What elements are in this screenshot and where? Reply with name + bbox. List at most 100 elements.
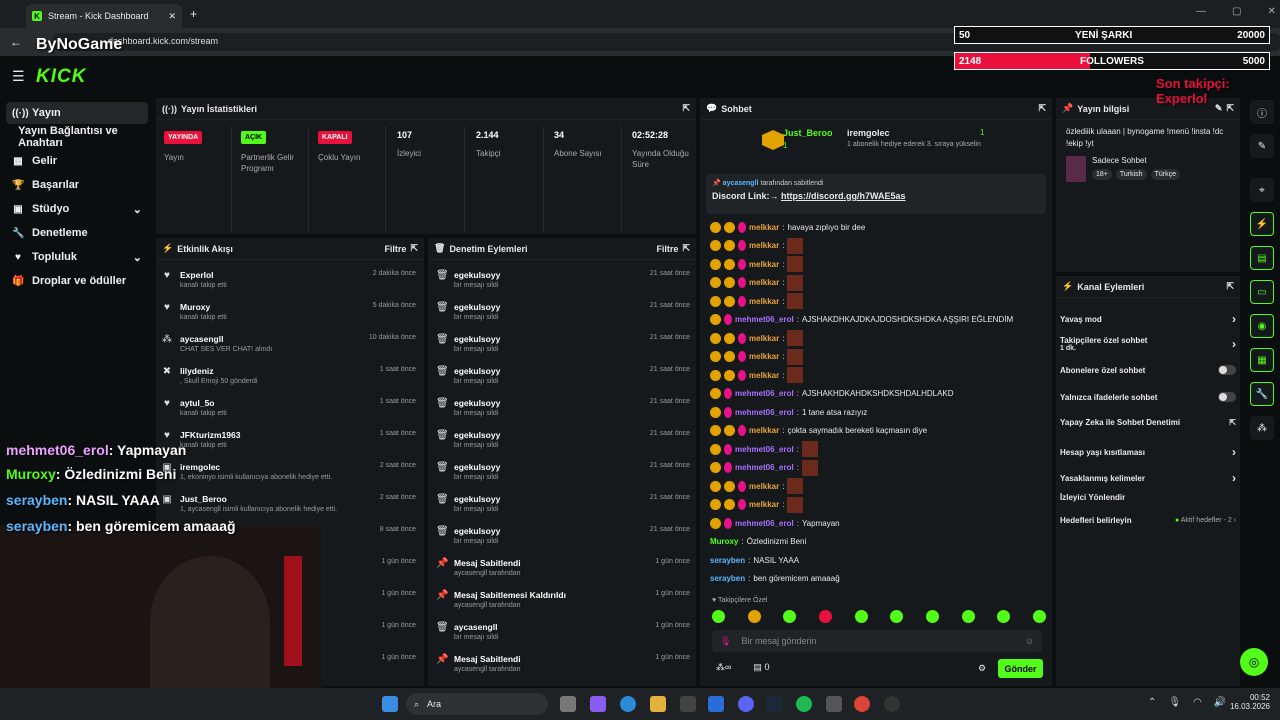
- toggle-switch[interactable]: [1218, 365, 1236, 375]
- chat-username[interactable]: serayben: [710, 574, 745, 583]
- volume-icon[interactable]: 🔊: [1214, 697, 1226, 708]
- maximize-icon[interactable]: ▢: [1232, 6, 1241, 17]
- settings-icon[interactable]: ⚙: [978, 663, 986, 674]
- emote-icon[interactable]: [925, 610, 939, 623]
- chrome-icon[interactable]: [854, 696, 870, 712]
- apps-icon[interactable]: ⁂: [1250, 416, 1274, 440]
- chat-username[interactable]: melkkar: [749, 241, 779, 250]
- popout-icon[interactable]: ⇱: [1038, 103, 1046, 114]
- kick-logo[interactable]: KICK: [36, 66, 86, 88]
- chat-message[interactable]: mehmet06_erol:1 tane atsa razıyız: [710, 404, 867, 420]
- channel-action-row[interactable]: Hesap yaşı kısıtlaması ›: [1060, 445, 1236, 459]
- moderation-row[interactable]: 🗑 egekulsoyy bir mesajı sildi 21 saat önce: [436, 366, 690, 398]
- chat-username[interactable]: melkkar: [749, 334, 779, 343]
- chat-message[interactable]: melkkar: havaya zıplıyo bir dee: [710, 219, 865, 235]
- moderation-row[interactable]: 📌 Mesaj Sabitlendi aycasengll tarafından 1 …: [436, 654, 690, 686]
- chat-username[interactable]: serayben: [710, 556, 745, 565]
- chat-username[interactable]: melkkar: [749, 278, 779, 287]
- moderation-row[interactable]: 🗑 egekulsoyy bir mesajı sildi 21 saat önce: [436, 270, 690, 302]
- popout-icon[interactable]: ⇱: [1226, 281, 1234, 292]
- lightning-icon[interactable]: ⚡: [1250, 212, 1274, 236]
- activity-row[interactable]: ♥ JFKturizm1963 kanalı takip etti 1 saat ön…: [162, 430, 416, 462]
- chat-message[interactable]: melkkar: çokta saymadık bereketi kaçmasın…: [710, 423, 927, 439]
- sidebar-item-yayin[interactable]: ((·)) Yayın: [6, 102, 148, 124]
- spotify-icon[interactable]: [796, 696, 812, 712]
- sidebar-item-gelir[interactable]: ▦ Gelir: [6, 150, 148, 172]
- chat-username[interactable]: melkkar: [749, 482, 779, 491]
- moderation-row[interactable]: 🗑 egekulsoyy bir mesajı sildi 21 saat önce: [436, 462, 690, 494]
- chat-username[interactable]: mehmet06_erol: [735, 463, 794, 472]
- channel-action-row[interactable]: Yalnızca ifadelerle sohbet: [1060, 392, 1236, 402]
- filter-button[interactable]: Filtre: [384, 244, 406, 254]
- emote-icon[interactable]: [890, 610, 904, 623]
- chat-message[interactable]: Muroxy: Özledinizmi Beni: [710, 534, 806, 550]
- chat-message[interactable]: melkkar:: [710, 293, 804, 309]
- mic-icon[interactable]: 🎙: [720, 636, 731, 647]
- windows-start-icon[interactable]: [382, 696, 398, 712]
- emote-icon[interactable]: [854, 610, 868, 623]
- chat-message[interactable]: melkkar:: [710, 237, 804, 254]
- chat-message[interactable]: melkkar:: [710, 330, 804, 346]
- chat-username[interactable]: mehmet06_erol: [735, 389, 794, 398]
- chat-message[interactable]: serayben: ben göremicem amaaağ: [710, 571, 840, 587]
- close-window-icon[interactable]: ✕: [1267, 6, 1275, 17]
- chat-input[interactable]: 🎙 Bir mesaj gönderin ☺: [712, 630, 1042, 652]
- focus-icon[interactable]: ⌖: [1250, 178, 1274, 202]
- chat-username[interactable]: melkkar: [749, 352, 779, 361]
- discord-icon[interactable]: [738, 696, 754, 712]
- chat-username[interactable]: melkkar: [749, 500, 779, 509]
- moderation-row[interactable]: 🗑 egekulsoyy bir mesajı sildi 21 saat önce: [436, 398, 690, 430]
- wifi-icon[interactable]: ◠: [1193, 697, 1202, 708]
- chat-username[interactable]: mehmet06_erol: [735, 315, 794, 324]
- support-icon[interactable]: ◎: [1240, 648, 1268, 676]
- channel-action-row[interactable]: Yapay Zeka ile Sohbet Denetimi ⇱: [1060, 418, 1236, 427]
- chat-message[interactable]: melkkar:: [710, 367, 804, 383]
- sidebar-item-droplar[interactable]: 🎁 Droplar ve ödüller: [6, 270, 148, 292]
- popout-icon[interactable]: ⇱: [682, 103, 690, 114]
- tag-chip[interactable]: Türkçe: [1150, 169, 1180, 180]
- emote-icon[interactable]: [1032, 610, 1046, 623]
- task-view-icon[interactable]: [560, 696, 576, 712]
- chat-username[interactable]: Muroxy: [710, 537, 738, 546]
- sidebar-item-stream-key[interactable]: Yayın Bağlantısı ve Anahtarı: [6, 125, 148, 149]
- popout-icon[interactable]: ⇱: [682, 243, 690, 254]
- chat-username[interactable]: mehmet06_erol: [735, 445, 794, 454]
- activity-row[interactable]: ♥ Experlol kanalı takip etti 2 dakika önce: [162, 270, 416, 302]
- signal-icon[interactable]: ◉: [1250, 314, 1274, 338]
- activity-row[interactable]: ✖ lilydeniz , Skull Emoji 50 gönderdi 1 saa…: [162, 366, 416, 398]
- app-icon[interactable]: [826, 696, 842, 712]
- obs-icon[interactable]: [884, 696, 900, 712]
- new-tab-icon[interactable]: +: [190, 7, 197, 21]
- mic-icon[interactable]: 🎙: [1168, 697, 1181, 708]
- chat-username[interactable]: mehmet06_erol: [735, 408, 794, 417]
- tag-chip[interactable]: 18+: [1092, 169, 1112, 180]
- activity-row[interactable]: ⁂ aycasengll CHAT SES VER CHAT! alındı 10 d…: [162, 334, 416, 366]
- chat-message[interactable]: mehmet06_erol: AJSHAKDHKAJDKAJDOSHDKSHDKA…: [710, 312, 1013, 328]
- chat-icon[interactable]: ▭: [1250, 280, 1274, 304]
- store-icon[interactable]: [680, 696, 696, 712]
- chat-message[interactable]: melkkar:: [710, 274, 804, 291]
- channel-action-row[interactable]: Yavaş mod ›: [1060, 312, 1236, 326]
- activity-row[interactable]: ▣ iremgolec 1, ekoninyo isimli kullanıcıya…: [162, 462, 416, 494]
- chevron-up-icon[interactable]: ⌃: [1148, 697, 1156, 708]
- browser-tab[interactable]: K Stream - Kick Dashboard ✕: [26, 4, 182, 28]
- toggle-switch[interactable]: [1218, 392, 1236, 402]
- moderation-row[interactable]: 🗑 egekulsoyy bir mesajı sildi 21 saat önce: [436, 430, 690, 462]
- minimize-icon[interactable]: —: [1196, 6, 1206, 17]
- pinned-link[interactable]: https://discord.gg/h7WAE5as: [781, 191, 906, 201]
- chat-message[interactable]: melkkar:: [710, 348, 804, 365]
- chat-message[interactable]: melkkar:: [710, 478, 804, 494]
- copilot-icon[interactable]: [590, 696, 606, 712]
- chat-message[interactable]: mehmet06_erol: Yapmayan: [710, 515, 840, 531]
- activity-row[interactable]: ♥ Muroxy kanalı takip etti 5 dakika önce: [162, 302, 416, 334]
- category-name[interactable]: Sadece Sohbet: [1092, 156, 1180, 165]
- moderation-row[interactable]: 🗑 egekulsoyy bir mesajı sildi 21 saat önce: [436, 334, 690, 366]
- chat-message[interactable]: mehmet06_erol:: [710, 459, 818, 476]
- moderation-row[interactable]: 🗑 egekulsoyy bir mesajı sildi 21 saat önce: [436, 526, 690, 558]
- channel-action-row[interactable]: İzleyici Yönlendir: [1060, 493, 1236, 502]
- sidebar-item-basarilar[interactable]: 🏆 Başarılar: [6, 174, 148, 196]
- emoji-icon[interactable]: ☺: [1025, 636, 1034, 646]
- file-explorer-icon[interactable]: [650, 696, 666, 712]
- activity-row[interactable]: ♥ aytul_5o kanalı takip etti 1 saat önce: [162, 398, 416, 430]
- steam-icon[interactable]: [766, 696, 782, 712]
